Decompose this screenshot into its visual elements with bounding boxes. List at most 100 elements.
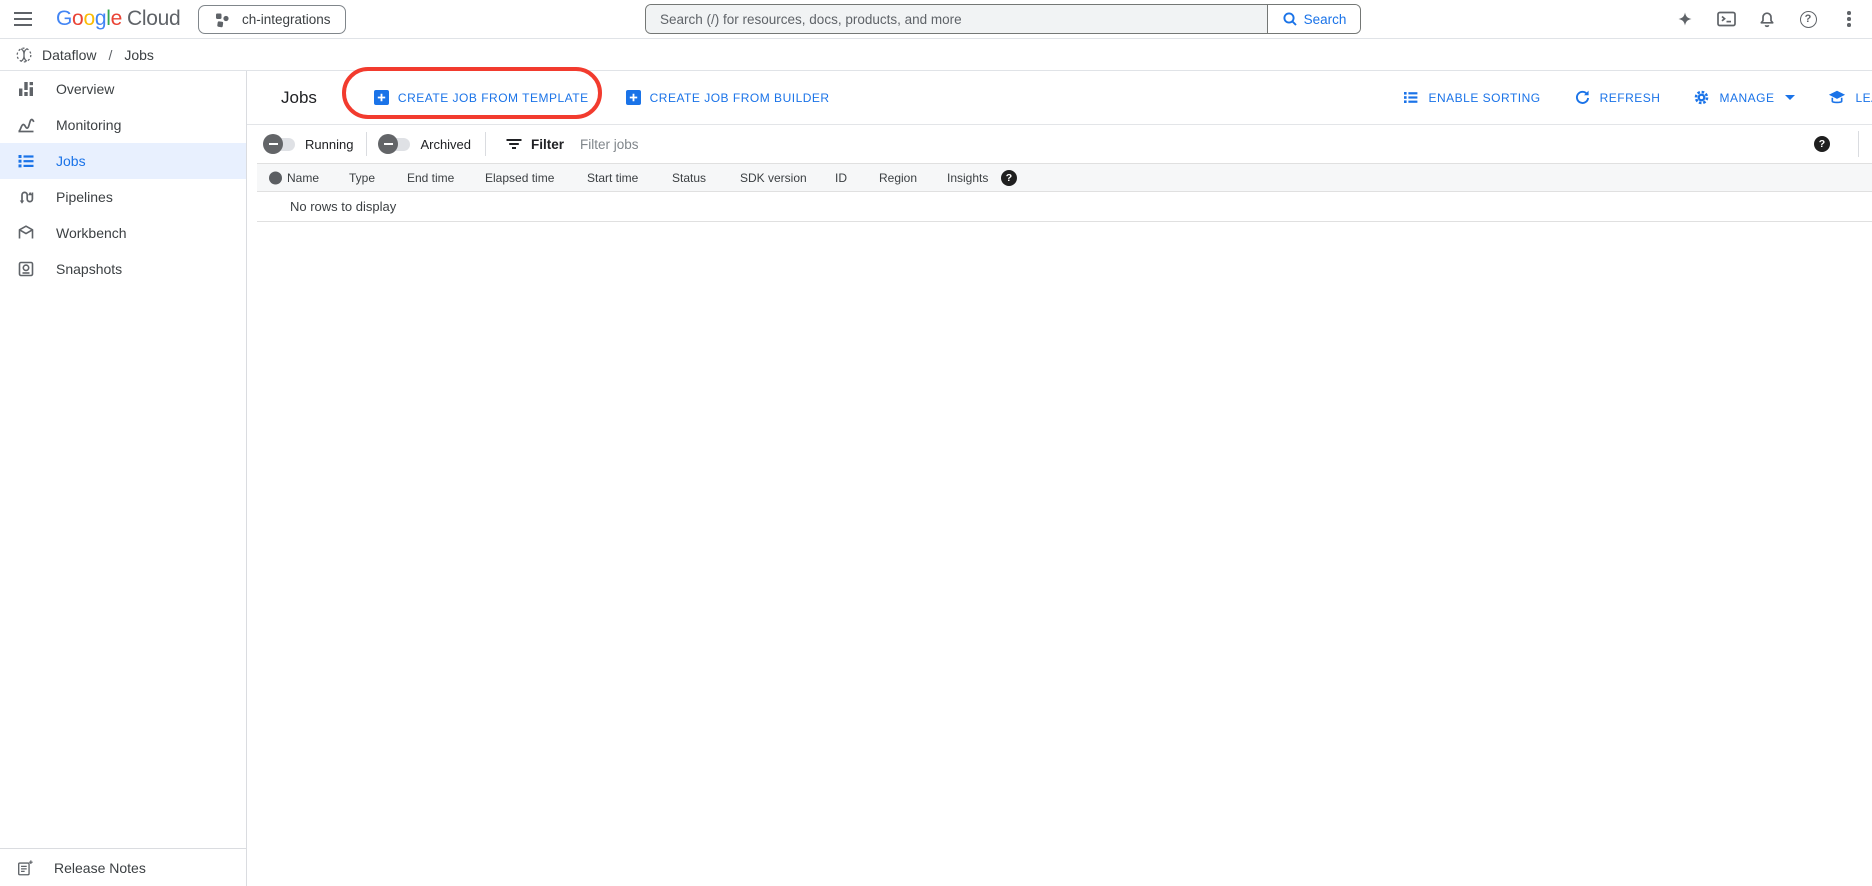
insights-help-icon[interactable] xyxy=(1001,170,1017,186)
column-header-status[interactable]: Status xyxy=(672,171,706,185)
main-content: Jobs CREATE JOB FROM TEMPLATE CREATE JOB… xyxy=(247,71,1872,886)
button-label: CREATE JOB FROM BUILDER xyxy=(650,91,830,105)
sidebar-item-overview[interactable]: Overview xyxy=(0,71,246,107)
empty-message-text: No rows to display xyxy=(290,199,396,214)
sidebar-item-jobs[interactable]: Jobs xyxy=(0,143,246,179)
monitoring-icon xyxy=(16,115,36,135)
add-box-icon xyxy=(374,90,389,105)
gemini-sparkle-icon[interactable] xyxy=(1673,7,1697,31)
column-header-name[interactable]: Name xyxy=(287,171,319,185)
sidebar-item-label: Overview xyxy=(56,81,114,97)
project-name: ch-integrations xyxy=(242,12,331,27)
sidebar-item-label: Snapshots xyxy=(56,261,122,277)
sidebar-item-monitoring[interactable]: Monitoring xyxy=(0,107,246,143)
top-bar: Google Cloud ch-integrations Search xyxy=(0,0,1872,39)
breadcrumb-product[interactable]: Dataflow xyxy=(42,47,96,63)
column-header-start-time[interactable]: Start time xyxy=(587,171,638,185)
sort-list-icon xyxy=(1402,89,1419,106)
column-header-region[interactable]: Region xyxy=(879,171,917,185)
cloud-shell-icon[interactable] xyxy=(1714,7,1738,31)
sidebar-item-label: Jobs xyxy=(56,153,86,169)
sidebar-item-label: Workbench xyxy=(56,225,127,241)
sidebar-item-snapshots[interactable]: Snapshots xyxy=(0,251,246,287)
toolbar-secondary-actions: ENABLE SORTING REFRESH MANAGE xyxy=(1402,71,1872,124)
overview-icon xyxy=(16,79,36,99)
sidebar-item-release-notes[interactable]: Release Notes xyxy=(0,848,246,886)
button-label: REFRESH xyxy=(1600,91,1661,105)
add-box-icon xyxy=(626,90,641,105)
search-button[interactable]: Search xyxy=(1267,5,1360,33)
toggle-knob xyxy=(378,134,398,154)
jobs-toolbar: Jobs CREATE JOB FROM TEMPLATE CREATE JOB… xyxy=(247,71,1872,124)
notifications-bell-icon[interactable] xyxy=(1755,7,1779,31)
sidebar-footer-label: Release Notes xyxy=(54,860,146,876)
column-header-end-time[interactable]: End time xyxy=(407,171,454,185)
workbench-icon xyxy=(16,223,36,243)
search-button-label: Search xyxy=(1304,12,1347,27)
running-toggle[interactable] xyxy=(265,138,295,151)
search-icon xyxy=(1282,11,1298,27)
manage-button[interactable]: MANAGE xyxy=(1693,89,1795,106)
divider xyxy=(485,132,486,156)
create-job-from-builder-button[interactable]: CREATE JOB FROM BUILDER xyxy=(626,90,830,105)
jobs-list-icon xyxy=(16,151,36,171)
column-header-type[interactable]: Type xyxy=(349,171,375,185)
dataflow-icon xyxy=(14,45,34,65)
button-label: LEARN xyxy=(1855,91,1872,105)
jobs-table-header: Name Type End time Elapsed time Start ti… xyxy=(257,163,1872,192)
filter-jobs-input[interactable] xyxy=(580,137,1180,152)
archived-toggle[interactable] xyxy=(380,138,410,151)
button-label: CREATE JOB FROM TEMPLATE xyxy=(398,91,589,105)
logo-letter: g xyxy=(95,7,106,31)
global-search: Search xyxy=(645,4,1361,34)
filter-icon xyxy=(506,136,522,152)
more-options-icon[interactable] xyxy=(1837,7,1861,31)
logo-letter: e xyxy=(111,7,122,31)
breadcrumb-page: Jobs xyxy=(124,47,154,63)
sidebar: Overview Monitoring Jobs Pipelines xyxy=(0,71,247,886)
breadcrumb: Dataflow / Jobs xyxy=(0,39,1872,71)
logo-letter: o xyxy=(83,7,94,31)
sidebar-item-workbench[interactable]: Workbench xyxy=(0,215,246,251)
menu-icon[interactable] xyxy=(11,7,35,31)
google-cloud-logo[interactable]: Google Cloud xyxy=(56,7,180,31)
release-notes-icon xyxy=(16,859,34,877)
logo-letter: G xyxy=(56,7,72,31)
button-label: ENABLE SORTING xyxy=(1428,91,1540,105)
column-header-sdk-version[interactable]: SDK version xyxy=(740,171,807,185)
project-icon xyxy=(213,11,231,29)
refresh-button[interactable]: REFRESH xyxy=(1574,89,1661,106)
learn-button[interactable]: LEARN xyxy=(1828,89,1872,106)
filter-button-label: Filter xyxy=(531,137,564,152)
breadcrumb-separator: / xyxy=(104,47,116,63)
running-toggle-label: Running xyxy=(305,137,353,152)
sidebar-item-pipelines[interactable]: Pipelines xyxy=(0,179,246,215)
enable-sorting-button[interactable]: ENABLE SORTING xyxy=(1402,89,1540,106)
refresh-icon xyxy=(1574,89,1591,106)
status-dot-icon xyxy=(269,171,282,184)
filter-help-icon[interactable] xyxy=(1814,136,1830,152)
help-icon[interactable] xyxy=(1796,7,1820,31)
logo-letter: o xyxy=(72,7,83,31)
sidebar-item-label: Pipelines xyxy=(56,189,113,205)
empty-table-message: No rows to display xyxy=(257,192,1872,222)
chevron-down-icon xyxy=(1785,95,1795,100)
project-selector[interactable]: ch-integrations xyxy=(198,5,346,34)
button-label: MANAGE xyxy=(1719,91,1774,105)
toggle-knob xyxy=(263,134,283,154)
page-title: Jobs xyxy=(281,88,317,108)
snapshots-icon xyxy=(16,259,36,279)
filter-button[interactable]: Filter xyxy=(506,136,564,152)
sidebar-item-label: Monitoring xyxy=(56,117,121,133)
filter-row: Running Archived Filter xyxy=(247,124,1872,163)
learn-school-icon xyxy=(1828,89,1846,106)
column-header-id[interactable]: ID xyxy=(835,171,847,185)
topbar-actions xyxy=(1673,0,1861,38)
search-input[interactable] xyxy=(646,5,1267,33)
column-header-elapsed-time[interactable]: Elapsed time xyxy=(485,171,554,185)
gear-icon xyxy=(1693,89,1710,106)
create-job-from-template-button[interactable]: CREATE JOB FROM TEMPLATE xyxy=(374,90,589,105)
divider xyxy=(366,132,367,156)
column-header-insights[interactable]: Insights xyxy=(947,171,988,185)
pipelines-icon xyxy=(16,187,36,207)
